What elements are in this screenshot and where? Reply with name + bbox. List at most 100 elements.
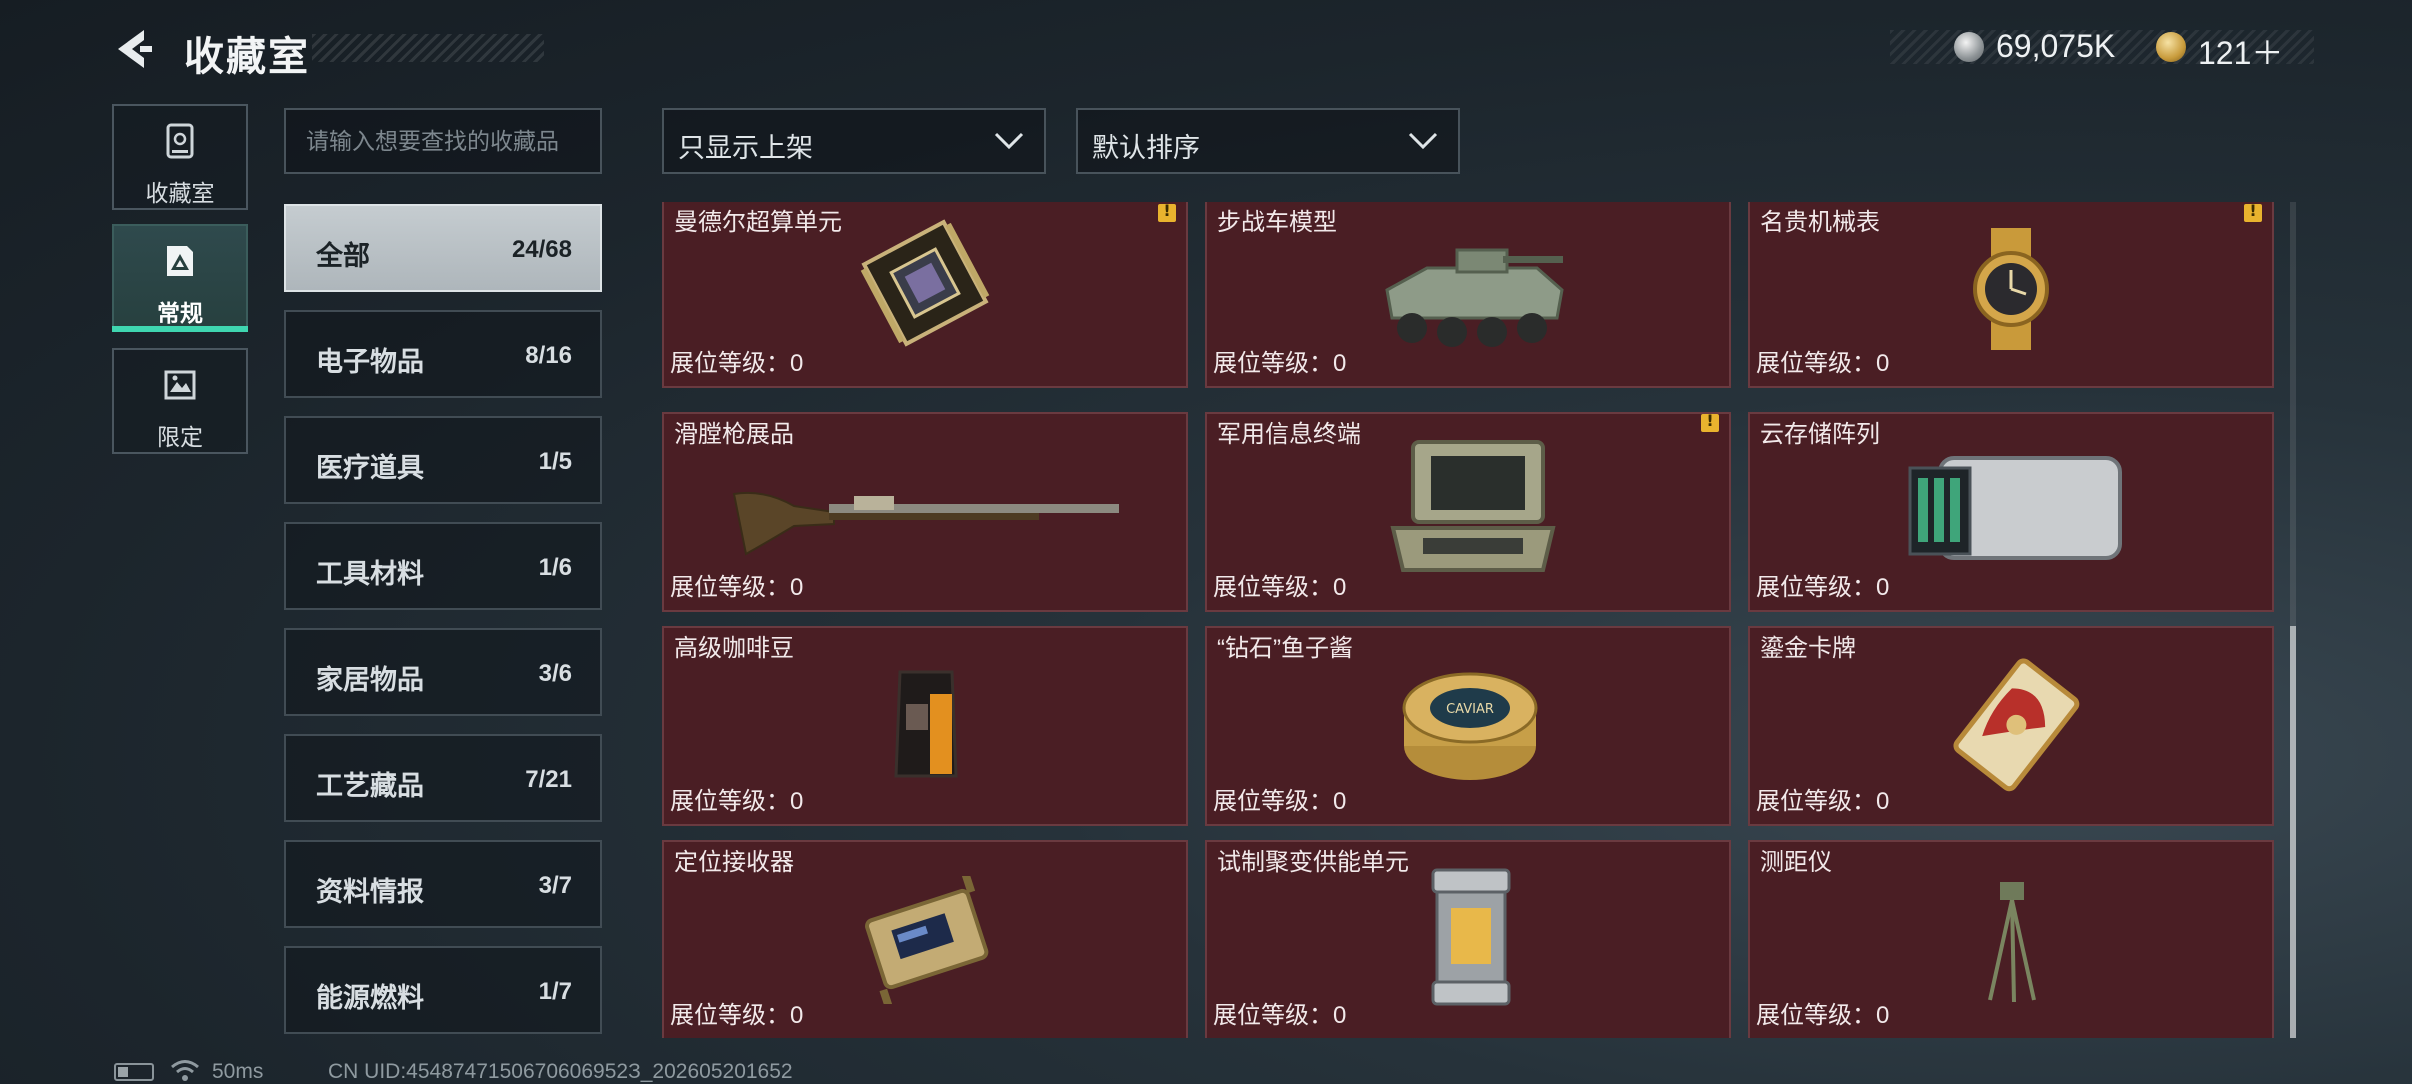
caviar-tin-label: CAVIAR: [1446, 702, 1494, 717]
item-name: 高级咖啡豆: [674, 635, 794, 662]
category-all[interactable]: 全部 24/68: [284, 204, 602, 292]
item-name: 云存储阵列: [1760, 421, 1880, 448]
booth-level: 展位等级：0: [670, 574, 804, 601]
nav-tab-limited-label: 限定: [157, 424, 203, 450]
item-card[interactable]: 名贵机械表 展位等级：0: [1748, 202, 2274, 388]
item-name: 试制聚变供能单元: [1217, 849, 1409, 876]
category-medical[interactable]: 医疗道具 1/5: [284, 416, 602, 504]
nav-tab-collection[interactable]: 收藏室: [112, 104, 248, 210]
title-stripe-decoration: [312, 34, 544, 62]
category-name: 家居物品: [316, 665, 424, 695]
item-card[interactable]: 高级咖啡豆 展位等级：0: [662, 626, 1188, 826]
battery-icon: [114, 1063, 154, 1081]
item-name: 定位接收器: [674, 849, 794, 876]
category-electronics[interactable]: 电子物品 8/16: [284, 310, 602, 398]
category-name: 资料情报: [316, 877, 424, 907]
category-count: 3/7: [538, 872, 572, 899]
silver-currency-amount: 69,075K: [1996, 28, 2116, 64]
booth-level: 展位等级：0: [1756, 788, 1890, 815]
booth-level: 展位等级：0: [1213, 574, 1347, 601]
item-card[interactable]: 滑膛枪展品 展位等级：0: [662, 412, 1188, 612]
nav-tab-collection-label: 收藏室: [145, 180, 215, 206]
category-count: 7/21: [525, 766, 572, 793]
booth-level: 展位等级：0: [1756, 350, 1890, 377]
nav-tab-regular[interactable]: 常规: [112, 224, 248, 330]
display-case-icon: [166, 123, 194, 159]
network-ping: 50ms: [212, 1060, 264, 1083]
category-count: 3/6: [538, 660, 572, 687]
chevron-down-icon: [994, 132, 1024, 150]
category-name: 工艺藏品: [316, 771, 424, 801]
category-intel[interactable]: 资料情报 3/7: [284, 840, 602, 928]
booth-level: 展位等级：0: [1756, 574, 1890, 601]
item-card[interactable]: 步战车模型 展位等级：0: [1205, 202, 1731, 388]
booth-level: 展位等级：0: [670, 1002, 804, 1029]
chevron-down-icon: [1408, 132, 1438, 150]
booth-level: 展位等级：0: [1213, 788, 1347, 815]
fusion-cell-icon: [1431, 868, 1511, 1006]
category-count: 1/5: [538, 448, 572, 475]
booth-level: 展位等级：0: [1213, 1002, 1347, 1029]
item-card[interactable]: 定位接收器 展位等级：0: [662, 840, 1188, 1038]
booth-level: 展位等级：0: [1756, 1002, 1890, 1029]
musket-icon: [732, 491, 1119, 556]
booth-level: 展位等级：0: [670, 788, 804, 815]
category-count: 8/16: [525, 342, 572, 369]
booth-level: 展位等级：0: [1213, 350, 1347, 377]
category-name: 电子物品: [316, 347, 424, 377]
item-card[interactable]: 鎏金卡牌 展位等级：0: [1748, 626, 2274, 826]
alert-badge-icon: [1701, 411, 1719, 432]
category-count: 24/68: [511, 236, 572, 263]
circuit-board-icon: [860, 219, 990, 347]
category-name: 医疗道具: [316, 453, 424, 483]
gold-coin-icon: [2156, 32, 2186, 62]
booth-level: 展位等级：0: [670, 350, 804, 377]
rangefinder-tripod-icon: [1988, 882, 2036, 1003]
alert-badge-icon: [1158, 202, 1176, 222]
sort-value: 默认排序: [1092, 133, 1200, 163]
coffee-bag-icon: [894, 670, 958, 778]
category-household[interactable]: 家居物品 3/6: [284, 628, 602, 716]
item-name: 名贵机械表: [1760, 209, 1880, 236]
item-name: 军用信息终端: [1217, 421, 1361, 448]
category-energy[interactable]: 能源燃料 1/7: [284, 946, 602, 1034]
sort-dropdown[interactable]: 默认排序: [1076, 108, 1460, 174]
category-tools[interactable]: 工具材料 1/6: [284, 522, 602, 610]
category-crafts[interactable]: 工艺藏品 7/21: [284, 734, 602, 822]
search-input[interactable]: [284, 108, 602, 174]
rugged-terminal-icon: [1390, 440, 1556, 572]
category-name: 工具材料: [316, 559, 424, 589]
item-name: 测距仪: [1760, 849, 1832, 876]
item-card[interactable]: 曼德尔超算单元 展位等级：0: [662, 202, 1188, 388]
item-card[interactable]: 军用信息终端 展位等级：0: [1205, 411, 1731, 612]
item-name: 曼德尔超算单元: [674, 209, 842, 236]
display-filter-value: 只显示上架: [678, 133, 813, 163]
item-name: “钻石”鱼子酱: [1217, 635, 1353, 662]
alert-badge-icon: [2244, 202, 2262, 222]
active-tab-indicator: [112, 326, 248, 332]
storage-array-icon: [1908, 456, 2122, 560]
nav-tab-limited[interactable]: 限定: [112, 348, 248, 454]
page-title: 收藏室: [184, 35, 310, 79]
gps-receiver-icon: [865, 876, 989, 1004]
item-card[interactable]: “钻石”鱼子酱 CAVIAR 展位等级：0: [1205, 626, 1731, 826]
regular-collection-icon: [167, 246, 193, 276]
user-uid: CN UID:4548747150670606952З_202605201652: [328, 1060, 793, 1083]
item-card[interactable]: 试制聚变供能单元 展位等级：0: [1205, 840, 1731, 1038]
back-arrow-icon[interactable]: [110, 26, 156, 72]
gold-currency-amount[interactable]: 121＋: [2198, 28, 2283, 74]
item-card[interactable]: 云存储阵列 展位等级：0: [1748, 412, 2274, 612]
category-count: 1/7: [538, 978, 572, 1005]
category-count: 1/6: [538, 554, 572, 581]
limited-collection-icon: [164, 370, 196, 400]
nav-tab-regular-label: 常规: [157, 300, 203, 326]
wifi-icon: [171, 1060, 199, 1081]
collectible-grid: 曼德尔超算单元 展位等级：0 步战车模型 展位等级：0 名贵机械表: [662, 202, 2274, 1038]
item-name: 步战车模型: [1217, 209, 1337, 236]
caviar-tin-icon: CAVIAR: [1402, 672, 1538, 780]
item-card[interactable]: 测距仪 展位等级：0: [1748, 840, 2274, 1038]
category-name: 全部: [316, 241, 370, 271]
display-filter-dropdown[interactable]: 只显示上架: [662, 108, 1046, 174]
grid-scrollbar-thumb[interactable]: [2290, 626, 2296, 1038]
silver-coin-icon: [1954, 32, 1984, 62]
